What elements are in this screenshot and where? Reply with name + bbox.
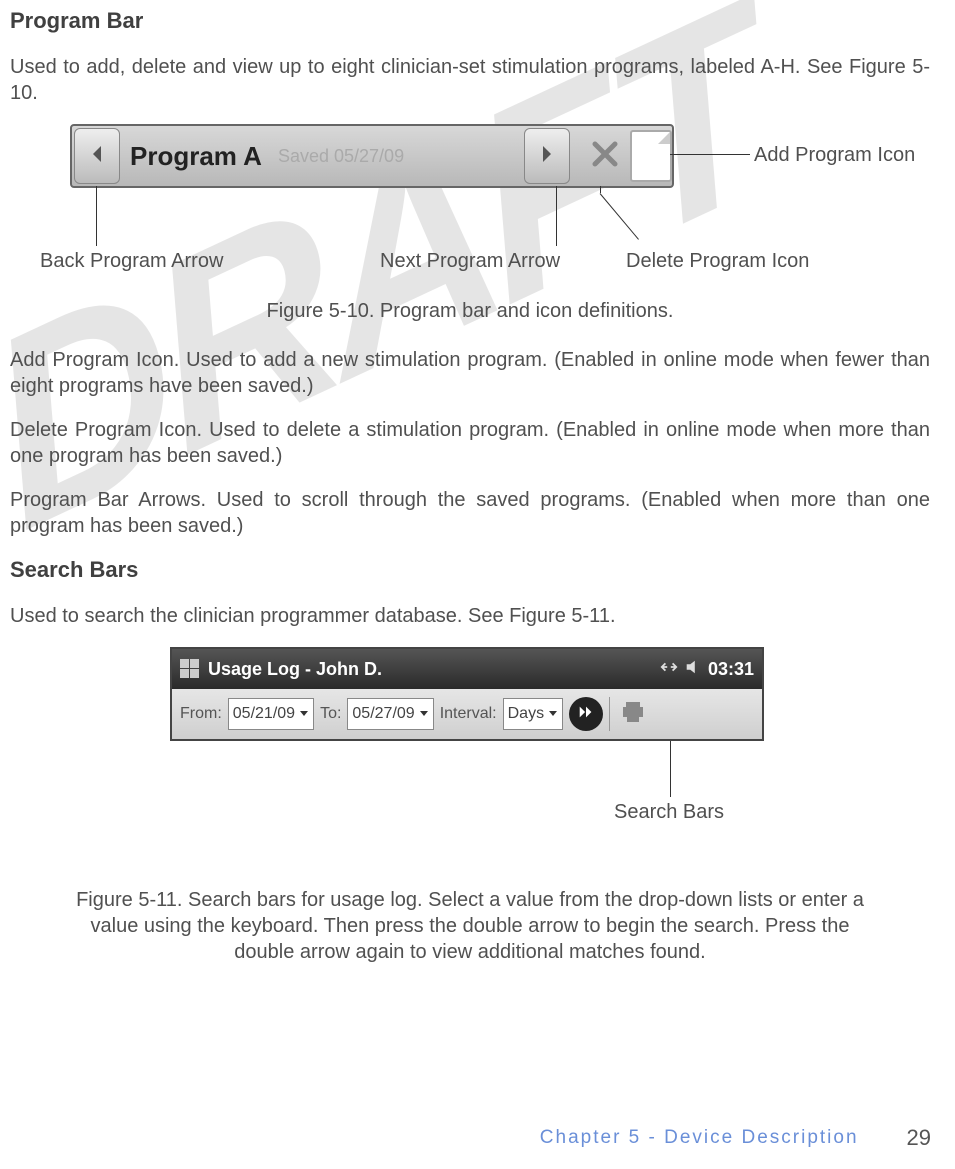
speaker-icon (684, 658, 702, 681)
callout-add: Add Program Icon (754, 144, 915, 167)
search-toolbar: From: 05/21/09 To: 05/27/09 Interval: Da… (172, 689, 762, 739)
dropdown-icon (548, 705, 558, 723)
window-titlebar: Usage Log - John D. 03:31 (172, 649, 762, 689)
sync-icon (660, 658, 678, 681)
chevron-right-icon (539, 144, 555, 169)
double-arrow-icon (577, 703, 595, 726)
para-delete: Delete Program Icon. Used to delete a st… (10, 417, 930, 469)
window-title: Usage Log - John D. (208, 659, 652, 680)
to-date-field[interactable]: 05/27/09 (347, 698, 433, 730)
callout-line (96, 186, 97, 246)
to-label: To: (320, 705, 341, 723)
window-icon (180, 659, 200, 679)
figure-5-10-caption: Figure 5-10. Program bar and icon defini… (10, 300, 930, 323)
program-saved-date: Saved 05/27/09 (278, 146, 404, 167)
print-button[interactable] (616, 697, 650, 731)
chevron-left-icon (89, 144, 105, 169)
callout-searchbars: Search Bars (614, 801, 724, 824)
intro-search-bars: Used to search the clinician programmer … (10, 603, 930, 629)
from-date-value: 05/21/09 (233, 705, 295, 723)
dropdown-icon (419, 705, 429, 723)
program-name-label: Program A (130, 141, 262, 172)
heading-program-bar: Program Bar (10, 8, 930, 34)
add-program-button[interactable] (630, 130, 672, 182)
figure-5-11-caption: Figure 5-11. Search bars for usage log. … (60, 887, 880, 965)
interval-label: Interval: (440, 705, 497, 723)
figure-5-10: Program A Saved 05/27/09 Add Program Ico… (70, 124, 930, 294)
intro-program-bar: Used to add, delete and view up to eight… (10, 54, 930, 106)
callout-line (670, 154, 750, 155)
page-number: 29 (907, 1125, 931, 1151)
from-date-field[interactable]: 05/21/09 (228, 698, 314, 730)
callout-line (670, 741, 671, 797)
page-footer: Chapter 5 - Device Description 29 (540, 1125, 931, 1151)
status-icons: 03:31 (660, 658, 754, 681)
para-arrows: Program Bar Arrows. Used to scroll throu… (10, 487, 930, 539)
callout-line (600, 193, 639, 240)
to-date-value: 05/27/09 (352, 705, 414, 723)
callout-line (556, 186, 557, 246)
delete-program-button[interactable] (586, 137, 624, 175)
next-program-arrow-button[interactable] (524, 128, 570, 184)
divider (609, 697, 610, 731)
chapter-title: Chapter 5 - Device Description (540, 1127, 859, 1149)
heading-search-bars: Search Bars (10, 557, 930, 583)
clock-time: 03:31 (708, 659, 754, 680)
callout-delete: Delete Program Icon (626, 250, 809, 273)
search-button[interactable] (569, 697, 603, 731)
usage-log-window: Usage Log - John D. 03:31 From: 05/21/09… (170, 647, 764, 741)
from-label: From: (180, 705, 222, 723)
callout-next: Next Program Arrow (380, 250, 560, 273)
page-content: Program Bar Used to add, delete and view… (0, 0, 955, 965)
interval-field[interactable]: Days (503, 698, 563, 730)
interval-value: Days (508, 705, 544, 723)
figure-5-11: Usage Log - John D. 03:31 From: 05/21/09… (170, 647, 930, 877)
printer-icon (620, 699, 646, 730)
callout-back: Back Program Arrow (40, 250, 223, 273)
back-program-arrow-button[interactable] (74, 128, 120, 184)
x-icon (590, 139, 620, 174)
para-add: Add Program Icon. Used to add a new stim… (10, 347, 930, 399)
dropdown-icon (299, 705, 309, 723)
program-bar: Program A Saved 05/27/09 (70, 124, 674, 188)
